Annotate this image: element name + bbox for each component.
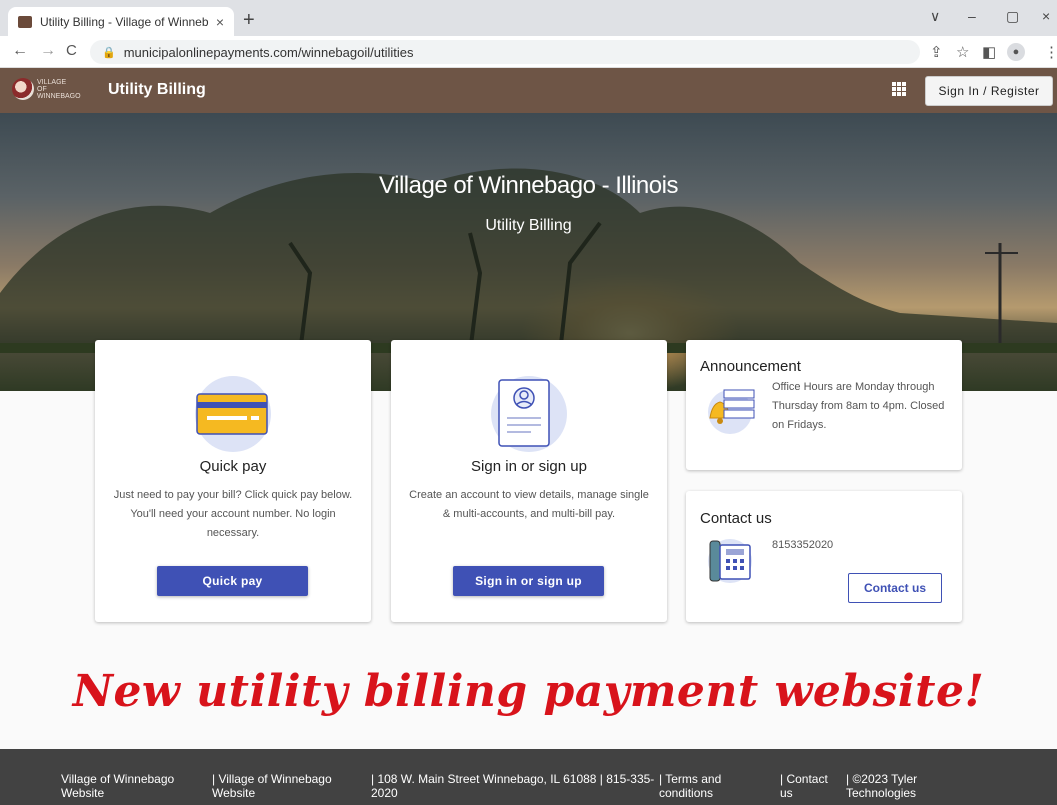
id-card-icon	[491, 376, 567, 452]
tab-title: Utility Billing - Village of Winneb	[40, 14, 209, 29]
new-tab-button[interactable]: +	[243, 9, 255, 32]
sidebar-icon[interactable]: ◧	[982, 43, 996, 61]
url-text: municipalonlinepayments.com/winnebagoil/…	[123, 44, 414, 60]
logo-text: Village of WINNEBAGO	[37, 78, 81, 100]
quick-pay-title: Quick pay	[199, 458, 267, 475]
footer-link-village-website-2[interactable]: | Village of Winnebago Website	[212, 772, 352, 800]
footer-copyright: | ©2023 Tyler Technologies	[846, 772, 918, 800]
footer-link-contact[interactable]: | Contact us	[780, 772, 835, 800]
lock-icon[interactable]: 🔒	[102, 46, 116, 59]
quick-pay-card: Quick pay Just need to pay your bill? Cl…	[95, 340, 371, 622]
quick-pay-description: Just need to pay your bill? Click quick …	[113, 489, 353, 539]
announcement-title: Announcement	[700, 358, 801, 375]
village-logo[interactable]: Village of WINNEBAGO	[12, 78, 81, 100]
promo-banner: New utility billing payment website!	[72, 666, 985, 717]
back-icon[interactable]: ←	[12, 42, 28, 60]
star-icon[interactable]: ☆	[956, 43, 969, 61]
app-title[interactable]: Utility Billing	[108, 81, 206, 99]
menu-dots-icon[interactable]: ⋮	[1044, 43, 1057, 61]
seal-icon	[12, 78, 34, 100]
share-icon[interactable]: ⇪	[930, 43, 943, 61]
profile-icon[interactable]: ●	[1007, 43, 1025, 61]
minimize-button[interactable]: –	[968, 8, 976, 24]
announcement-card: Announcement Office Hours are Monday thr…	[686, 340, 962, 470]
footer-address: | 108 W. Main Street Winnebago, IL 61088…	[371, 772, 655, 800]
address-bar[interactable]: 🔒 municipalonlinepayments.com/winnebagoi…	[90, 40, 920, 64]
close-window-button[interactable]: ×	[1042, 8, 1050, 24]
app-header: Village of WINNEBAGO Utility Billing Sig…	[0, 68, 1057, 113]
browser-tabstrip: Utility Billing - Village of Winneb × + …	[0, 0, 1057, 36]
hero-title: Village of Winnebago - Illinois	[379, 172, 678, 199]
sign-in-register-button[interactable]: Sign In / Register	[925, 76, 1053, 106]
contact-title: Contact us	[700, 510, 772, 527]
contact-us-button[interactable]: Contact us	[848, 573, 942, 603]
phone-icon	[708, 539, 752, 583]
credit-card-icon	[195, 376, 271, 452]
quick-pay-button[interactable]: Quick pay	[157, 566, 308, 596]
bell-icon	[708, 389, 755, 434]
footer-link-village-website[interactable]: Village of Winnebago Website	[61, 772, 201, 800]
forward-icon[interactable]: →	[40, 42, 56, 60]
browser-toolbar: ← → C 🔒 municipalonlinepayments.com/winn…	[0, 36, 1057, 68]
tab-close-icon[interactable]: ×	[216, 14, 224, 30]
apps-grid-icon[interactable]	[892, 82, 906, 96]
hero-subtitle: Utility Billing	[485, 217, 572, 234]
site-footer: Village of Winnebago Website | Village o…	[0, 749, 1057, 805]
sign-in-description: Create an account to view details, manag…	[409, 489, 649, 520]
footer-link-terms[interactable]: | Terms and conditions	[659, 772, 749, 800]
site-favicon-icon	[18, 15, 32, 28]
sign-in-card: Sign in or sign up Create an account to …	[391, 340, 667, 622]
reload-icon[interactable]: C	[66, 42, 77, 59]
sign-in-sign-up-button[interactable]: Sign in or sign up	[453, 566, 604, 596]
browser-tab[interactable]: Utility Billing - Village of Winneb ×	[8, 7, 234, 36]
tab-search-icon[interactable]: ∨	[930, 8, 940, 25]
sign-in-title: Sign in or sign up	[471, 458, 587, 475]
announcement-text: Office Hours are Monday through Thursday…	[772, 381, 945, 431]
restore-button[interactable]: ▢	[1006, 8, 1019, 25]
contact-phone: 8153352020	[772, 539, 834, 551]
contact-card: Contact us 8153352020 Contact us	[686, 491, 962, 622]
